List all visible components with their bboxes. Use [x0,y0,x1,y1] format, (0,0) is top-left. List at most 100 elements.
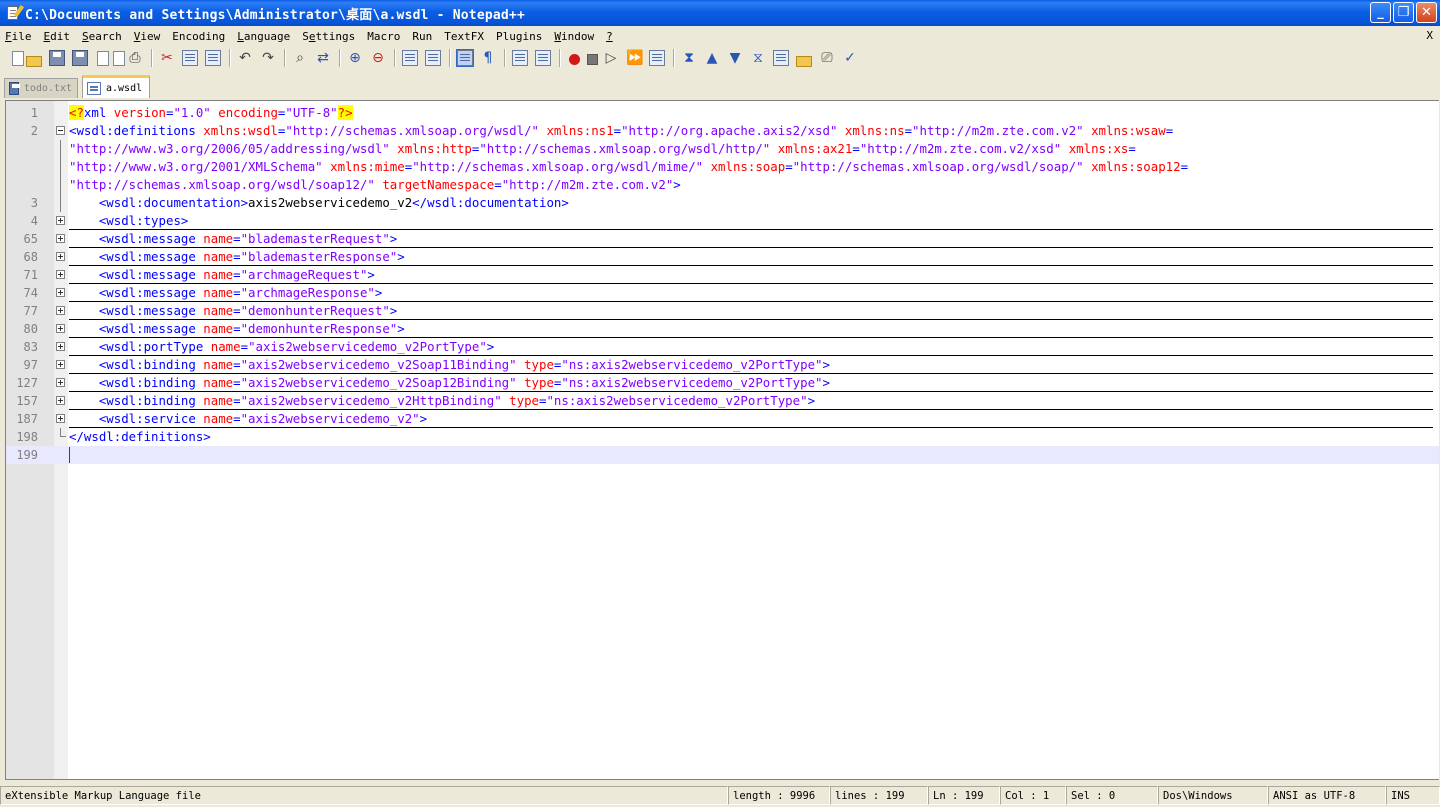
stop-recording-icon[interactable] [587,53,598,65]
notepad-app-icon[interactable] [5,4,25,21]
menu-item[interactable]: Search [76,30,128,43]
code-token: name [203,411,234,426]
close-all-icon[interactable] [113,50,125,66]
code-token: name [203,231,234,246]
code-line[interactable]: 127 <wsdl:binding name="axis2webserviced… [6,374,1439,392]
status-eol-format: Dos\Windows [1158,786,1268,805]
fold-expand-icon[interactable] [56,342,65,351]
code-token: "ns:axis2webservicedemo_v2PortType" [561,357,823,372]
tab-todo-txt[interactable]: todo.txt [4,78,78,98]
fold-collapse-icon[interactable] [56,126,65,135]
fold-expand-icon[interactable] [56,396,65,405]
replace-icon[interactable]: ⇄ [315,50,331,66]
paste-icon[interactable] [205,50,221,66]
menu-item[interactable]: ? [600,30,619,43]
minimize-button[interactable]: _ [1370,2,1391,23]
menu-item-text: F [5,29,12,43]
print-icon[interactable]: ⎙ [127,50,143,66]
arrow-up-icon[interactable]: ▲ [704,50,720,66]
run-macro-multiple-icon[interactable]: ⏩ [626,50,643,66]
menu-item[interactable]: Edit [38,30,77,43]
save-icon[interactable] [49,50,65,66]
menu-item[interactable]: Plugins [490,30,548,43]
menu-item[interactable]: View [128,30,167,43]
menu-item[interactable]: Run [406,30,438,43]
cut-icon[interactable]: ✂ [159,50,175,66]
code-line[interactable]: 74 <wsdl:message name="archmageResponse"… [6,284,1439,302]
window-icon[interactable] [773,50,789,66]
fold-expand-icon[interactable] [56,288,65,297]
code-line[interactable]: 80 <wsdl:message name="demonhunterRespon… [6,320,1439,338]
code-line[interactable]: 65 <wsdl:message name="blademasterReques… [6,230,1439,248]
menu-item[interactable]: Encoding [166,30,231,43]
word-wrap-icon[interactable] [456,49,474,67]
user-language-icon[interactable] [535,50,551,66]
open-file-icon[interactable] [26,55,42,67]
code-lines[interactable]: 1 <?xml version="1.0" encoding="UTF-8"?> 2… [6,104,1439,464]
redo-icon[interactable]: ↷ [260,50,276,66]
close-button[interactable]: ✕ [1416,2,1437,23]
fold-expand-icon[interactable] [56,216,65,225]
fold-expand-icon[interactable] [56,414,65,423]
arrow-down-icon[interactable]: ▼ [727,50,743,66]
code-line[interactable]: 68 <wsdl:message name="blademasterRespon… [6,248,1439,266]
code-text: <wsdl:definitions xmlns:wsdl = "http://sch… [69,122,1173,140]
code-line[interactable]: "http://www.w3.org/2006/05/addressing/ws… [6,140,1439,158]
code-line[interactable]: 83 <wsdl:portType name="axis2webserviced… [6,338,1439,356]
code-line[interactable]: 198 </wsdl:definitions> [6,428,1439,446]
undo-icon[interactable]: ↶ [237,50,253,66]
menu-item[interactable]: Settings [296,30,361,43]
close-document-button[interactable]: X [1426,29,1433,42]
editor[interactable]: 1 <?xml version="1.0" encoding="UTF-8"?> 2… [5,100,1439,780]
menu-item[interactable]: Macro [361,30,406,43]
zoom-out-icon[interactable]: ⊖ [370,50,386,66]
code-line[interactable]: 1 <?xml version="1.0" encoding="UTF-8"?> [6,104,1439,122]
menu-item[interactable]: Window [548,30,600,43]
menu-item[interactable]: TextFX [438,30,490,43]
code-line[interactable]: "http://www.w3.org/2001/XMLSchema" xmlns… [6,158,1439,176]
close-file-icon[interactable] [97,50,109,66]
code-text: <wsdl:message name="blademasterResponse"… [69,248,1433,266]
code-line[interactable]: 3 <wsdl:documentation>axis2webservicedem… [6,194,1439,212]
spell-check-icon[interactable]: ✓ [842,50,858,66]
record-macro-icon[interactable] [569,53,580,65]
menu-item[interactable]: Language [231,30,296,43]
code-line[interactable]: 4 <wsdl:types> [6,212,1439,230]
indent-guide-icon[interactable] [512,50,528,66]
code-line[interactable]: 71 <wsdl:message name="archmageRequest"> [6,266,1439,284]
code-line[interactable]: 187 <wsdl:service name="axis2webserviced… [6,410,1439,428]
maximize-button[interactable]: ❐ [1393,2,1414,23]
sync-horizontal-icon[interactable] [425,50,441,66]
code-token: xmlns:xs [1068,141,1129,156]
function-list-icon[interactable]: ⎚ [819,50,835,66]
tab-a-wsdl[interactable]: a.wsdl [82,75,150,98]
line-number: 71 [23,268,38,282]
code-line[interactable]: "http://schemas.xmlsoap.org/wsdl/soap12/… [6,176,1439,194]
zoom-in-icon[interactable]: ⊕ [347,50,363,66]
fold-expand-icon[interactable] [56,360,65,369]
expand-icon[interactable]: ⧖ [750,50,766,66]
code-line[interactable]: 77 <wsdl:message name="demonhunterReques… [6,302,1439,320]
code-line[interactable]: 199 [6,446,1439,464]
play-macro-icon[interactable]: ▷ [603,50,619,66]
fold-expand-icon[interactable] [56,270,65,279]
find-icon[interactable]: ⌕ [292,50,308,66]
menu-item[interactable]: File [0,30,38,43]
fold-expand-icon[interactable] [56,306,65,315]
new-file-icon[interactable] [12,50,24,66]
fold-expand-icon[interactable] [56,252,65,261]
sync-vertical-icon[interactable] [402,50,418,66]
fold-expand-icon[interactable] [56,324,65,333]
fold-expand-icon[interactable] [56,234,65,243]
code-line[interactable]: 2 <wsdl:definitions xmlns:wsdl = "http://sc… [6,122,1439,140]
copy-icon[interactable] [182,50,198,66]
collapse-icon[interactable]: ⧗ [681,50,697,66]
code-line[interactable]: 157 <wsdl:binding name="axis2webserviced… [6,392,1439,410]
folder-explorer-icon[interactable] [796,55,812,67]
save-macro-icon[interactable] [649,50,665,66]
code-line[interactable]: 97 <wsdl:binding name="axis2webservicede… [6,356,1439,374]
fold-expand-icon[interactable] [56,378,65,387]
code-token: <wsdl:documentation> [98,195,249,210]
show-all-characters-icon[interactable]: ¶ [480,50,496,66]
save-all-icon[interactable] [72,50,88,66]
